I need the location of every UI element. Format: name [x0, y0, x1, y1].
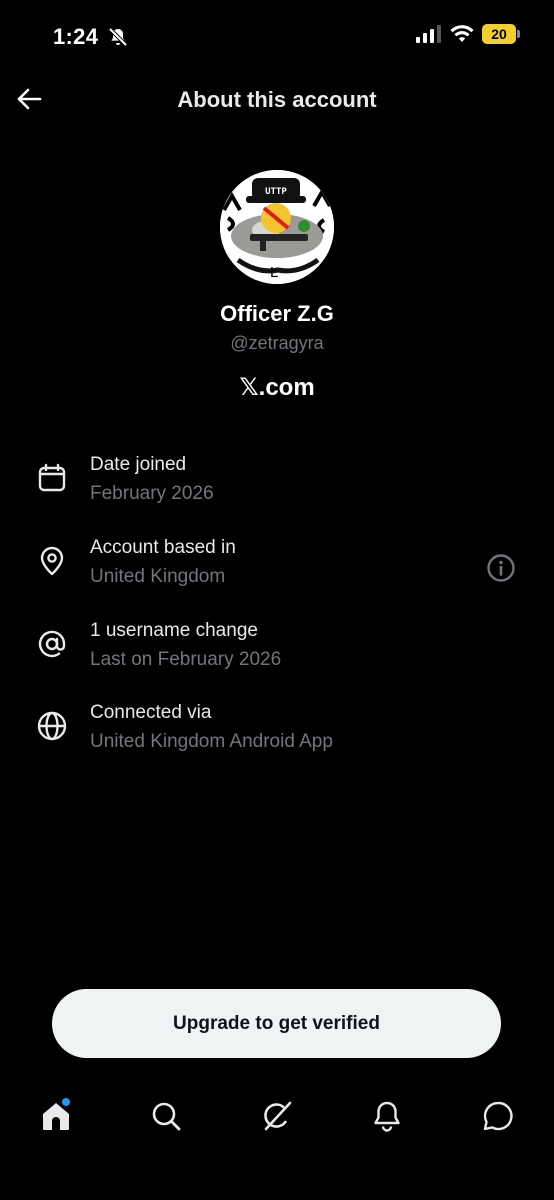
- nav-notifications[interactable]: [367, 1096, 407, 1136]
- avatar-hat-text: UTTP: [265, 187, 287, 197]
- info-title: Account based in: [90, 537, 236, 558]
- avatar-letter: L: [270, 264, 279, 281]
- battery-indicator: 20: [482, 24, 520, 44]
- battery-level: 20: [491, 26, 507, 42]
- display-name: Officer Z.G: [220, 301, 334, 326]
- info-row-date-joined: Date joined February 2026: [0, 454, 554, 514]
- info-subtitle: February 2026: [90, 483, 214, 504]
- upgrade-verified-button[interactable]: Upgrade to get verified: [52, 989, 501, 1058]
- info-row-connected-via: Connected via United Kingdom Android App: [0, 702, 554, 762]
- info-title: 1 username change: [90, 620, 258, 641]
- info-circle-icon[interactable]: [486, 553, 516, 583]
- muted-bell-icon: [108, 27, 128, 47]
- top-app-bar: About this account: [0, 70, 554, 130]
- notifications-icon: [374, 1101, 400, 1132]
- bottom-navigation-bar: [0, 1080, 554, 1152]
- page-title: About this account: [177, 87, 377, 112]
- info-title: Connected via: [90, 702, 212, 723]
- status-bar: 1:24 20: [0, 0, 554, 70]
- notification-dot: [62, 1098, 70, 1106]
- nav-messages[interactable]: [478, 1096, 518, 1136]
- messages-icon: [483, 1101, 513, 1131]
- info-title: Date joined: [90, 454, 187, 475]
- calendar-icon: [38, 463, 66, 492]
- info-row-username-change: 1 username change Last on February 2026: [0, 620, 554, 680]
- info-subtitle: Last on February 2026: [90, 649, 282, 670]
- username-handle[interactable]: @zetragyra: [0, 333, 554, 354]
- info-subtitle: United Kingdom: [90, 566, 226, 587]
- info-row-account-based-in: Account based in United Kingdom: [0, 537, 554, 597]
- location-pin-icon: [40, 546, 64, 576]
- at-sign-icon: [38, 630, 66, 658]
- search-icon: [152, 1102, 181, 1131]
- wifi-icon: [450, 25, 474, 42]
- globe-icon: [37, 711, 67, 741]
- info-subtitle: United Kingdom Android App: [90, 731, 333, 752]
- grok-icon: [264, 1101, 292, 1131]
- nav-grok[interactable]: [257, 1096, 297, 1136]
- status-time: 1:24: [53, 24, 99, 49]
- cellular-signal-icon: [416, 25, 441, 43]
- site-label: 𝕏.com: [239, 374, 315, 401]
- nav-home[interactable]: [36, 1096, 76, 1136]
- nav-search[interactable]: [146, 1096, 186, 1136]
